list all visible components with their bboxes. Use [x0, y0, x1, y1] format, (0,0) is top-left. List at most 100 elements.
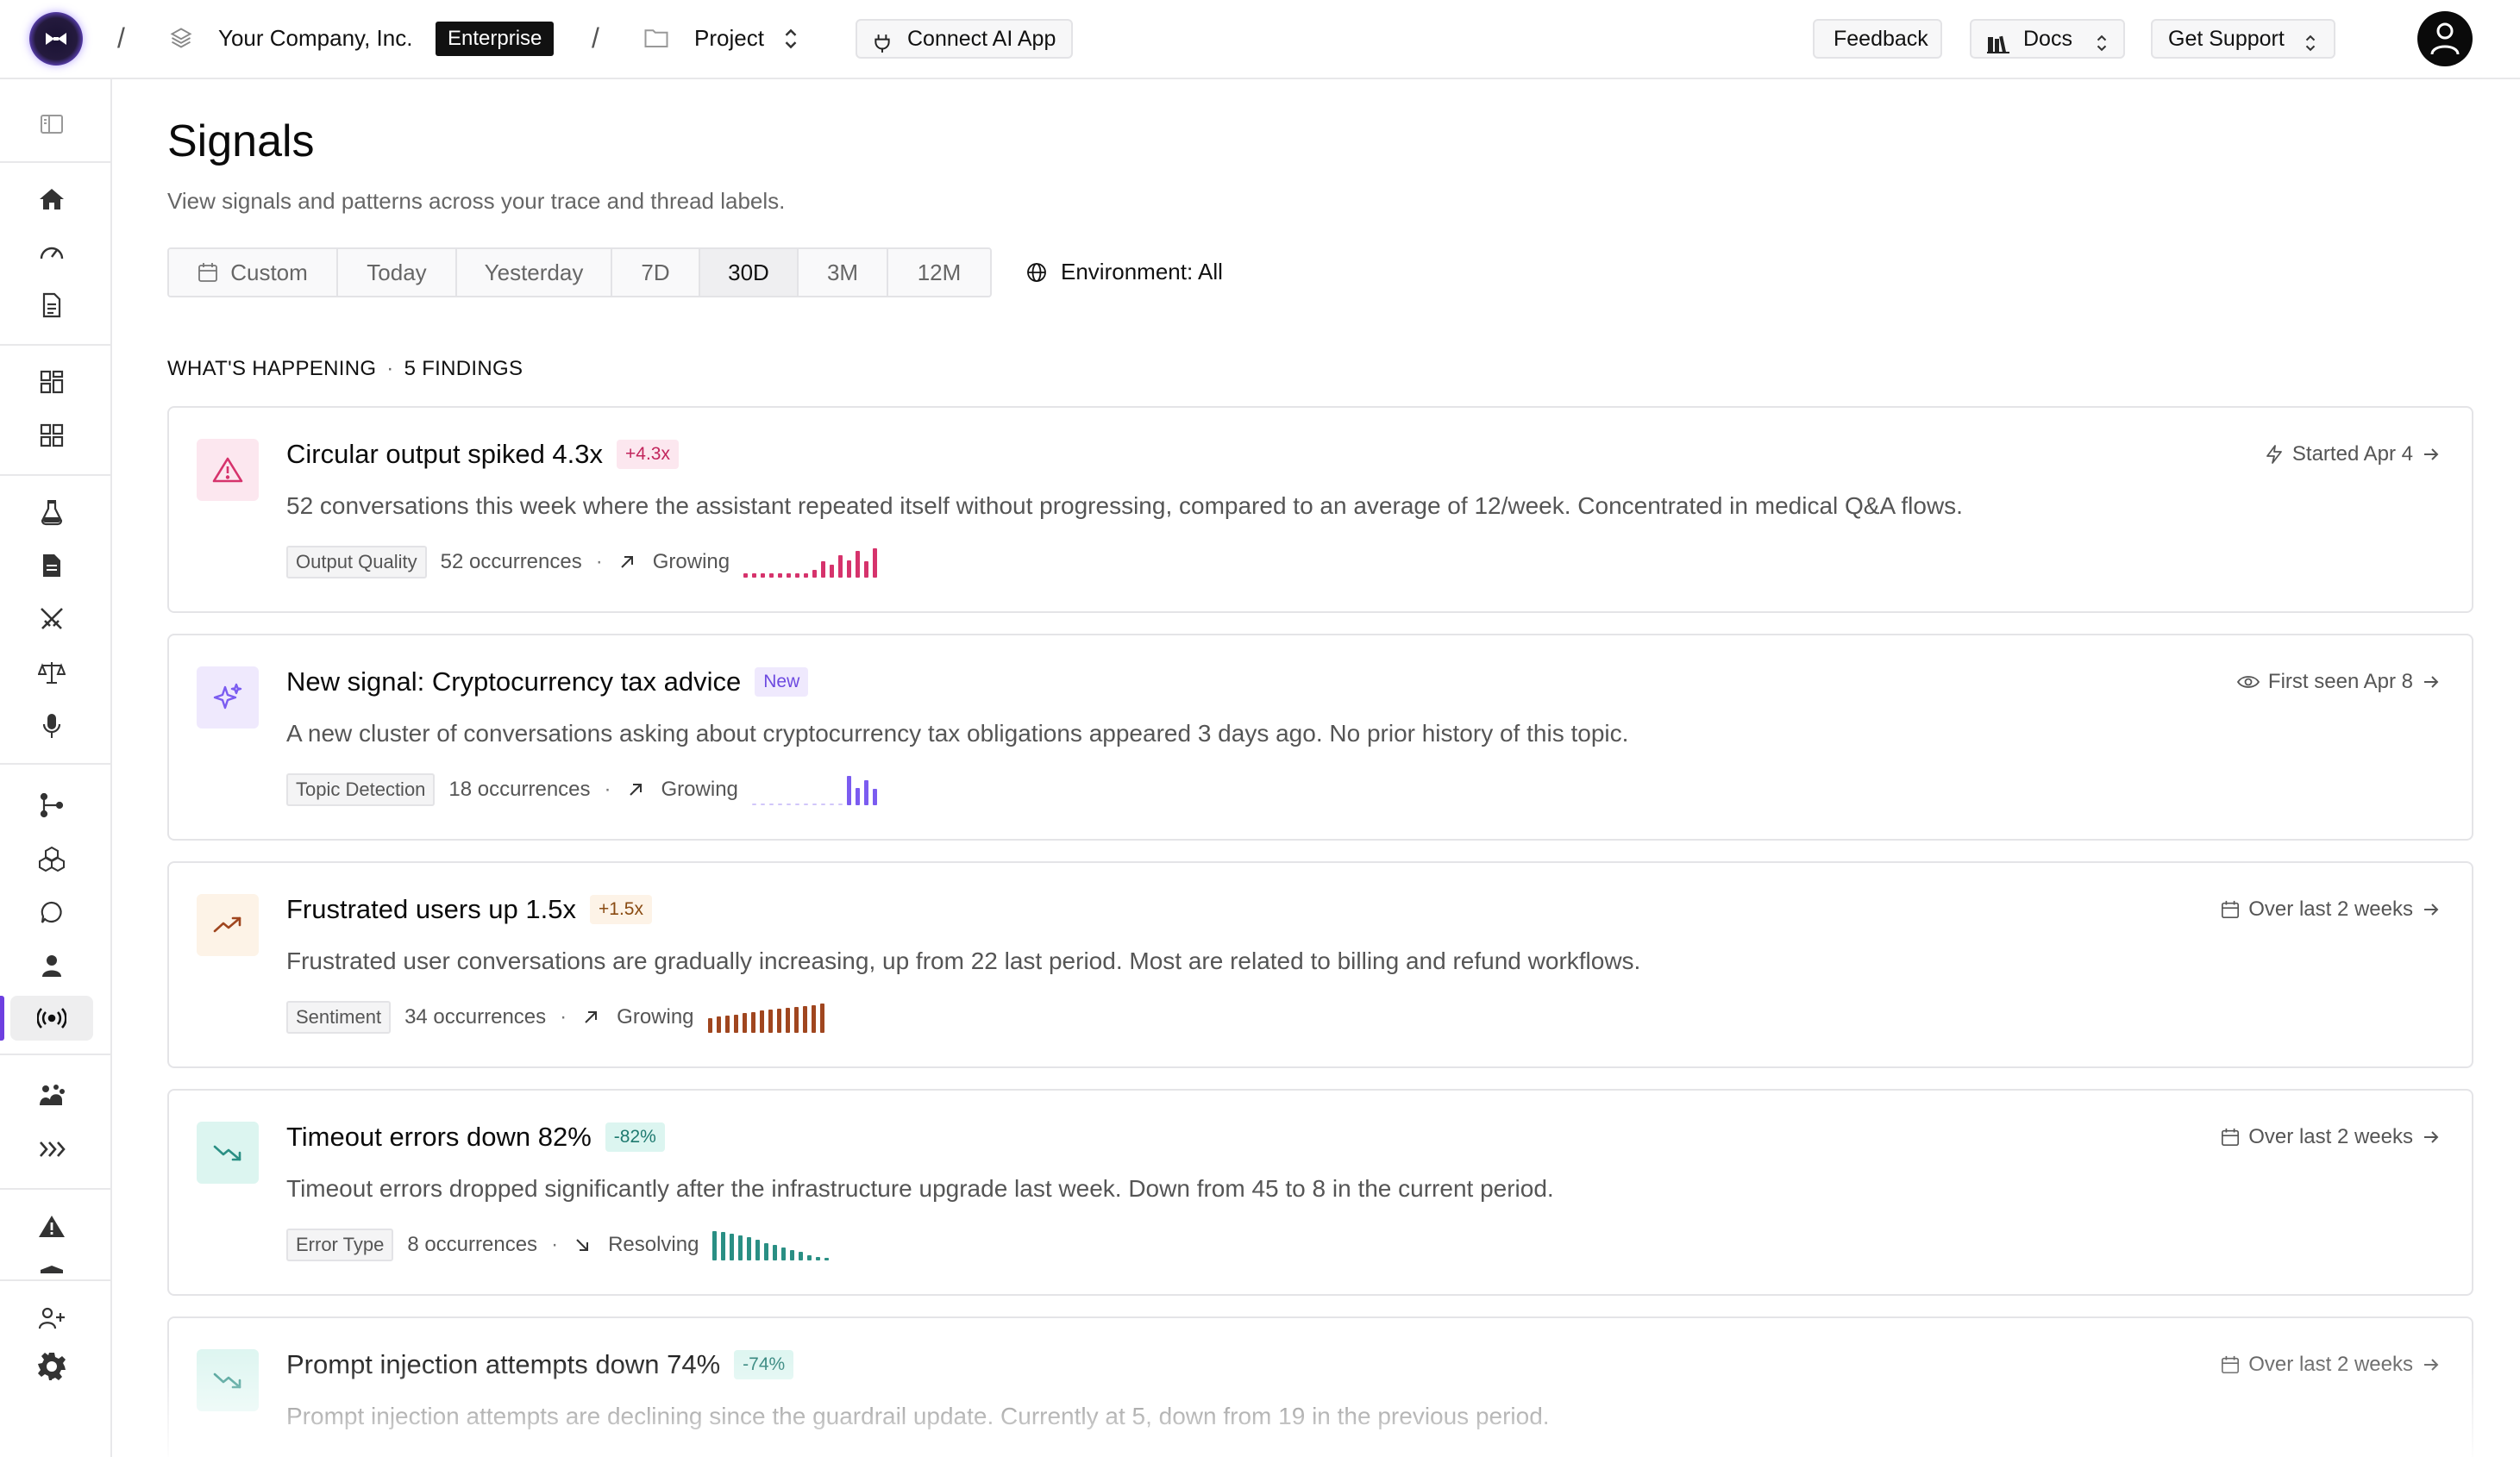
sidebar-toggle-icon[interactable]	[34, 107, 69, 141]
finding-timing-link[interactable]: Over last 2 weeks	[2221, 897, 2441, 922]
arrow-right-icon	[2424, 1359, 2439, 1371]
layout-icon[interactable]	[34, 418, 69, 453]
docs-button[interactable]: Docs	[1970, 19, 2125, 59]
finding-meta: Topic Detection 18 occurrences · Growing	[286, 772, 877, 808]
user-avatar[interactable]	[2417, 11, 2473, 66]
finding-card[interactable]: Prompt injection attempts down 74% -74% …	[167, 1316, 2473, 1457]
finding-card[interactable]: Circular output spiked 4.3x +4.3x 52 con…	[167, 406, 2473, 613]
range-custom-button[interactable]: Custom	[169, 249, 338, 296]
finding-title-row: Frustrated users up 1.5x +1.5x	[286, 894, 652, 925]
alert-triangle-icon[interactable]	[34, 1209, 69, 1243]
sparkline-bar	[785, 1008, 790, 1033]
sparkline-bar	[804, 573, 809, 578]
gear-icon[interactable]	[34, 1349, 69, 1384]
sparkline-bar	[821, 561, 826, 578]
sparkline-bar	[820, 804, 825, 805]
folder-icon	[643, 27, 669, 53]
finding-category-tag[interactable]: Sentiment	[286, 1001, 392, 1034]
finding-card[interactable]: Frustrated users up 1.5x +1.5x Frustrate…	[167, 861, 2473, 1068]
finding-title: Frustrated users up 1.5x	[286, 894, 576, 924]
sparkline-bar	[778, 573, 783, 578]
plug-icon	[873, 28, 892, 65]
arrow-right-icon	[2424, 448, 2439, 460]
range-12m-button[interactable]: 12M	[888, 249, 990, 296]
range-3m-button[interactable]: 3M	[799, 249, 888, 296]
document-icon[interactable]	[34, 288, 69, 322]
arrow-right-icon	[2424, 676, 2439, 688]
range-30d-button[interactable]: 30D	[700, 249, 799, 296]
sparkline-bar	[776, 1009, 781, 1033]
team-icon[interactable]	[34, 1079, 69, 1113]
finding-card[interactable]: Timeout errors down 82% -82% Timeout err…	[167, 1089, 2473, 1296]
sparkline-bar	[864, 561, 869, 578]
user-icon[interactable]	[34, 948, 69, 983]
microphone-icon[interactable]	[34, 709, 69, 743]
range-yesterday-button[interactable]: Yesterday	[457, 249, 612, 296]
finding-sparkline	[707, 1002, 824, 1033]
sparkline-bar	[873, 548, 878, 578]
sparkline-bar	[764, 1243, 769, 1260]
breadcrumb-separator: /	[117, 22, 125, 53]
finding-timing-link[interactable]: Started Apr 4	[2265, 442, 2441, 466]
range-7d-button[interactable]: 7D	[612, 249, 700, 296]
finding-timing-link[interactable]: Over last 2 weeks	[2221, 1125, 2441, 1149]
project-selector[interactable]: Project	[694, 25, 764, 52]
range-today-button[interactable]: Today	[338, 249, 457, 296]
dashboard-gauge-icon[interactable]	[34, 235, 69, 270]
finding-category-tag[interactable]: Topic Detection	[286, 773, 436, 806]
finding-timing-label: Over last 2 weeks	[2248, 1125, 2413, 1148]
breadcrumb-separator: /	[592, 22, 599, 53]
sparkline-bar	[716, 1016, 721, 1033]
signals-broadcast-icon[interactable]	[34, 1001, 69, 1035]
swords-icon[interactable]	[34, 602, 69, 636]
finding-timing-link[interactable]: Over last 2 weeks	[2221, 1353, 2441, 1377]
get-support-button[interactable]: Get Support	[2151, 19, 2335, 59]
finding-change-badge: +4.3x	[617, 440, 679, 469]
feedback-button[interactable]: Feedback	[1813, 19, 1942, 59]
finding-category-tag[interactable]: Output Quality	[286, 546, 427, 578]
finding-trend: Growing	[661, 778, 738, 801]
top-bar: / Your Company, Inc. Enterprise / Projec…	[0, 0, 2520, 79]
sidebar-divider	[0, 763, 110, 765]
finding-meta: Sentiment 34 occurrences · Growing	[286, 999, 824, 1035]
boxes-icon[interactable]	[34, 841, 69, 876]
sparkline-bar	[743, 573, 749, 578]
chevrons-right-icon[interactable]	[34, 1132, 69, 1166]
finding-occurrences: 18 occurrences	[448, 778, 591, 801]
sparkline-bar	[738, 1235, 743, 1260]
finding-title-row: New signal: Cryptocurrency tax advice Ne…	[286, 666, 809, 697]
sidebar-divider	[0, 1279, 110, 1281]
home-icon[interactable]	[34, 182, 69, 216]
scale-icon[interactable]	[34, 655, 69, 690]
finding-timing-link[interactable]: First seen Apr 8	[2236, 670, 2441, 694]
grid-icon[interactable]	[34, 365, 69, 399]
app-logo[interactable]	[29, 12, 83, 66]
finding-meta: Output Quality 52 occurrences · Growing	[286, 544, 878, 580]
finding-title-row: Prompt injection attempts down 74% -74%	[286, 1349, 794, 1380]
finding-category-tag[interactable]: Error Type	[286, 1229, 394, 1261]
organization-name[interactable]: Your Company, Inc.	[218, 25, 412, 52]
sparkline-bar	[829, 804, 834, 805]
finding-occurrences: 52 occurrences	[440, 550, 582, 573]
page-title: Signals	[167, 116, 315, 166]
connect-ai-app-button[interactable]: Connect AI App	[856, 19, 1073, 59]
meta-separator: ·	[595, 550, 603, 573]
chevron-updown-icon[interactable]	[781, 27, 800, 55]
sparkline-bar	[742, 1013, 747, 1033]
chat-bubble-icon[interactable]	[34, 895, 69, 929]
file-text-icon[interactable]	[34, 548, 69, 583]
finding-sparkline	[751, 774, 877, 805]
flask-icon[interactable]	[34, 495, 69, 529]
finding-card[interactable]: New signal: Cryptocurrency tax advice Ne…	[167, 634, 2473, 841]
environment-filter[interactable]: Environment: All	[1026, 259, 1223, 285]
trend-up-icon	[197, 894, 259, 956]
finding-description: 52 conversations this week where the ass…	[286, 492, 1963, 519]
sparkline-bar	[794, 804, 799, 805]
sparkline-bar	[811, 1005, 816, 1033]
shield-icon[interactable]	[38, 1265, 66, 1273]
finding-occurrences: 8 occurrences	[407, 1233, 538, 1256]
git-branch-icon[interactable]	[34, 788, 69, 822]
sidebar-divider	[0, 474, 110, 476]
add-user-icon[interactable]	[34, 1301, 69, 1335]
sparkline-bar	[733, 1015, 738, 1033]
